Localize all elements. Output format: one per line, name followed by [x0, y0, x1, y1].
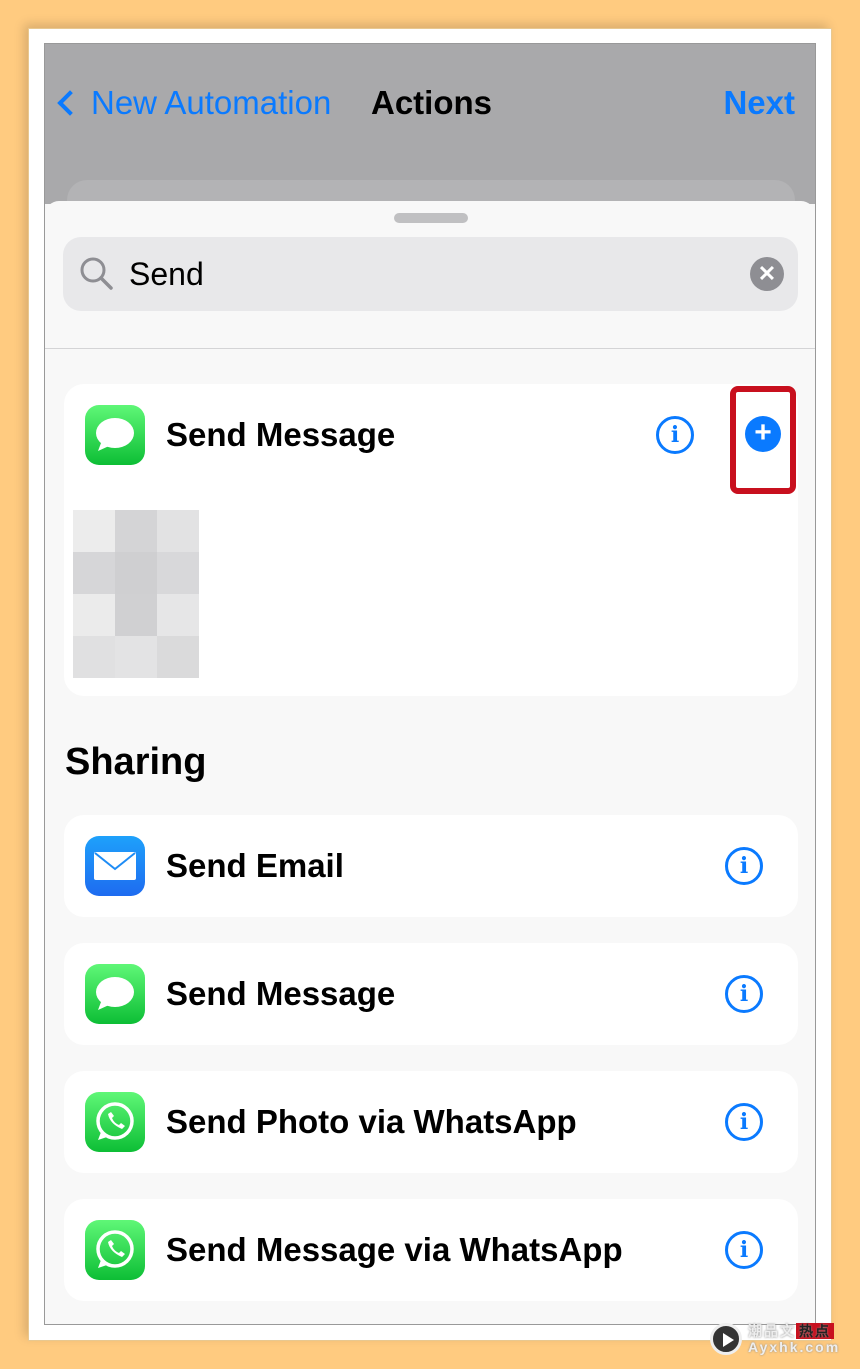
mail-icon	[85, 836, 145, 896]
watermark-site: Ayxhk.com	[748, 1339, 841, 1355]
list-item[interactable]: Send Email i	[64, 815, 798, 917]
list-item[interactable]: Send Message i	[64, 943, 798, 1045]
divider	[45, 348, 815, 349]
back-label: New Automation	[91, 84, 332, 121]
action-label: Send Message	[166, 975, 396, 1012]
next-button[interactable]: Next	[723, 84, 795, 122]
chevron-left-icon	[57, 90, 83, 116]
search-icon	[80, 257, 113, 290]
add-action-button[interactable]: +	[745, 416, 781, 452]
watermark: 潮品文 热点 Ayxhk.com	[710, 1323, 840, 1355]
whatsapp-icon	[85, 1220, 145, 1280]
action-label: Send Message	[166, 416, 396, 453]
search-bar[interactable]: ✕	[63, 237, 798, 311]
action-sheet: ✕ Send Message i + Sharing Send Email i …	[45, 201, 815, 1324]
info-button[interactable]: i	[725, 975, 763, 1013]
nav-bar: New Automation Actions Next	[45, 44, 815, 240]
section-heading: Sharing	[65, 741, 207, 783]
list-item[interactable]: Send Message via WhatsApp i	[64, 1199, 798, 1301]
pixelated-preview	[73, 510, 199, 678]
info-button[interactable]: i	[656, 416, 694, 454]
play-icon	[710, 1323, 742, 1355]
clear-search-button[interactable]: ✕	[750, 257, 784, 291]
phone-screen: New Automation Actions Next ✕ Send Messa…	[44, 43, 816, 1325]
watermark-tag: 热点	[796, 1323, 834, 1339]
sheet-grabber[interactable]	[394, 213, 468, 223]
highlight-box: +	[730, 386, 796, 494]
info-button[interactable]: i	[725, 847, 763, 885]
messages-icon	[85, 405, 145, 465]
messages-icon	[85, 964, 145, 1024]
whatsapp-icon	[85, 1092, 145, 1152]
action-label: Send Message via WhatsApp	[166, 1231, 623, 1268]
action-label: Send Photo via WhatsApp	[166, 1103, 577, 1140]
action-label: Send Email	[166, 847, 344, 884]
back-button[interactable]: New Automation	[51, 84, 331, 122]
list-item[interactable]: Send Photo via WhatsApp i	[64, 1071, 798, 1173]
list-item[interactable]: Send Message i	[64, 384, 798, 486]
info-button[interactable]: i	[725, 1231, 763, 1269]
info-button[interactable]: i	[725, 1103, 763, 1141]
page-title: Actions	[371, 84, 493, 121]
watermark-brand: 潮品文	[748, 1323, 796, 1339]
search-input[interactable]	[129, 255, 689, 293]
top-result-card: Send Message i +	[64, 384, 798, 696]
